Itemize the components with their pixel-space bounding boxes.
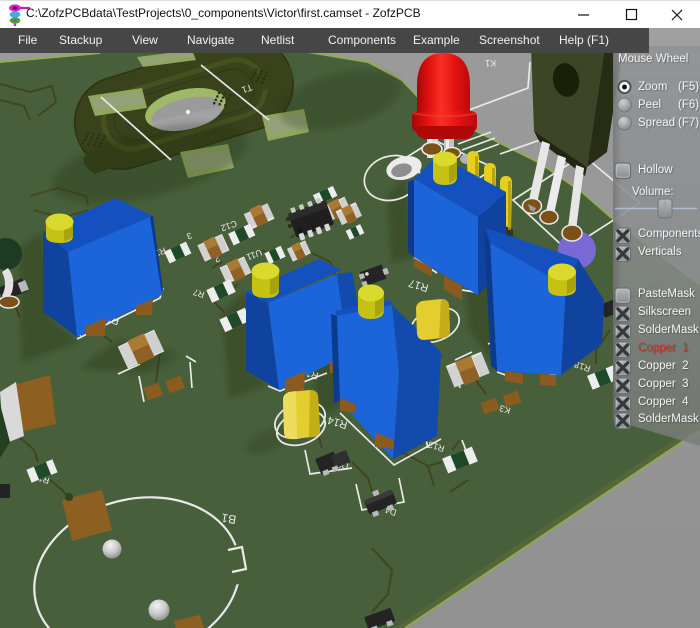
svg-text:B1: B1 (220, 511, 237, 527)
svg-text:K1: K1 (485, 58, 496, 68)
